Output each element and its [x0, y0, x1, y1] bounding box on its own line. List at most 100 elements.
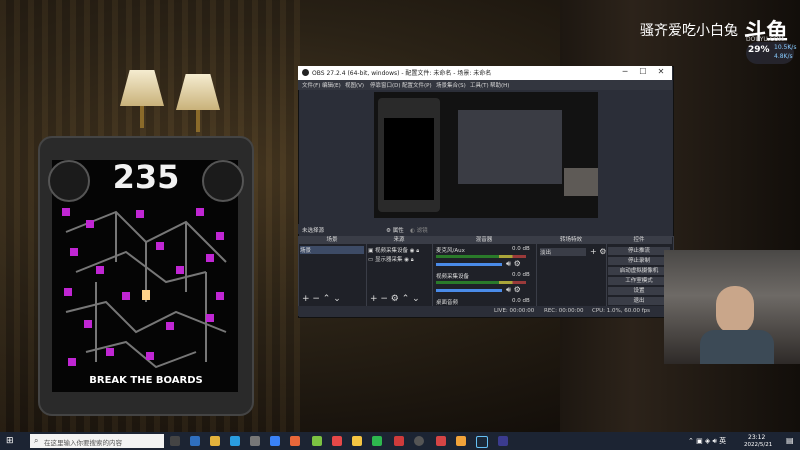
menu-scene-collection[interactable]: 场景集合(S) [436, 81, 466, 89]
search-icon: ⌕ [34, 436, 39, 445]
menu-docks[interactable]: 停靠窗口(D) [370, 81, 401, 89]
app-icon[interactable] [270, 436, 280, 446]
tablet-camera-right [202, 160, 244, 202]
app-icon[interactable] [332, 436, 342, 446]
app-icon[interactable] [190, 436, 200, 446]
stop-streaming-button[interactable]: 停止推流 [608, 247, 670, 255]
controls-header: 控件 [606, 236, 672, 244]
score-counter: 235 [112, 158, 180, 196]
steam-icon[interactable] [476, 436, 488, 448]
gear-icon: ⚙ [386, 228, 391, 234]
notification-icon[interactable]: ▤ [786, 436, 794, 445]
eye-icon[interactable]: ◉ [404, 257, 409, 263]
virtual-camera-button[interactable]: 启动虚拟摄像机 [608, 267, 670, 275]
camera-icon: ▣ [368, 248, 374, 254]
windows-start-icon[interactable]: ⊞ [6, 436, 14, 446]
stop-recording-button[interactable]: 停止录制 [608, 257, 670, 265]
audio-meter [436, 281, 526, 284]
obs-app-icon [302, 69, 309, 76]
tablet-caption: BREAK THE BOARDS [89, 375, 203, 386]
streamer-face [716, 286, 754, 334]
transitions-header: 转场特效 [536, 236, 606, 244]
eye-icon[interactable]: ◉ [410, 248, 415, 254]
app-icon[interactable] [312, 436, 322, 446]
source-label: 显示器采集 [374, 257, 403, 263]
tray-icons[interactable]: ⌃ ▣ ◈ 🔊︎ 英 [688, 436, 726, 446]
folder-icon[interactable] [210, 436, 220, 446]
speaker-icon[interactable]: 🔊︎ ⚙ [506, 259, 521, 269]
maze-map [62, 208, 227, 369]
mixer-header: 混音器 [432, 236, 536, 244]
obs-taskbar-icon[interactable] [414, 436, 424, 446]
menu-edit[interactable]: 编辑(E) [322, 81, 341, 89]
filters-label: 滤镜 [416, 228, 428, 234]
menu-tools[interactable]: 工具(T) [470, 81, 489, 89]
mixer-channel-db: 0.0 dB [512, 272, 530, 278]
edge-icon[interactable] [230, 436, 240, 446]
preview-nested-obs [458, 110, 562, 184]
menu-file[interactable]: 文件(F) [302, 81, 320, 89]
close-icon[interactable]: ✕ [652, 67, 670, 76]
network-download: 4.8K/s [774, 53, 793, 60]
scene-item[interactable]: 场景 [300, 246, 364, 254]
app-icon[interactable] [436, 436, 446, 446]
scenes-header: 场景 [298, 236, 366, 244]
lock-icon[interactable]: 🔒︎ [416, 248, 419, 254]
clock-time[interactable]: 23:12 [748, 434, 765, 441]
source-item-display-capture[interactable]: ▭ 显示器采集 ◉ 🔒︎ [368, 255, 414, 264]
lock-icon[interactable]: 🔒︎ [411, 257, 414, 263]
menu-help[interactable]: 帮助(H) [490, 81, 509, 89]
mixer-channel-name: 视频采集设备 [436, 274, 470, 280]
streamer-name: 骚齐爱吃小白兔 [640, 23, 738, 39]
scene-list-controls[interactable]: + − ⌃ ⌄ [302, 294, 341, 304]
app-icon[interactable] [394, 436, 404, 446]
source-item-video-capture[interactable]: ▣ 视频采集设备 ◉ 🔒︎ [368, 246, 419, 255]
network-percent: 29% [748, 45, 770, 55]
rec-status: REC: 00:00:00 [544, 308, 584, 314]
audio-meter [436, 255, 526, 258]
mixer-channel-db: 0.0 dB [512, 298, 530, 304]
settings-button[interactable]: 设置 [608, 287, 670, 295]
speaker-icon[interactable]: 🔊︎ ⚙ [506, 285, 521, 295]
app-icon[interactable] [290, 436, 300, 446]
menu-view[interactable]: 视图(V) [345, 81, 364, 89]
clock-date[interactable]: 2022/5/21 [744, 442, 772, 448]
transition-settings-icon[interactable]: + ⚙ [590, 247, 606, 256]
app-icon[interactable] [456, 436, 466, 446]
source-list-controls[interactable]: + − ⚙ ⌃ ⌄ [370, 294, 420, 304]
preview-tablet-screen [384, 118, 434, 200]
volume-slider[interactable] [436, 263, 502, 266]
minimize-icon[interactable]: ─ [616, 67, 634, 76]
properties-label: 属性 [392, 228, 404, 234]
studio-mode-button[interactable]: 工作室模式 [608, 277, 670, 285]
exit-button[interactable]: 退出 [608, 297, 670, 305]
sources-header: 来源 [366, 236, 432, 244]
volume-slider[interactable] [436, 289, 502, 292]
wechat-icon[interactable] [372, 436, 382, 446]
monitor-icon: ▭ [368, 257, 374, 263]
menu-profile[interactable]: 配置文件(P) [402, 81, 432, 89]
tablet-camera-left [48, 160, 90, 202]
app-icon[interactable] [498, 436, 508, 446]
live-status: LIVE: 00:00:00 [494, 308, 535, 314]
streamer-shirt [700, 330, 774, 364]
task-view-icon[interactable] [170, 436, 180, 446]
filters-button[interactable]: ◐ 滤镜 [410, 226, 428, 234]
search-placeholder: 在这里输入你要搜索的内容 [44, 439, 122, 447]
source-toolbar [298, 224, 672, 234]
mixer-channel-name: 麦克风/Aux [436, 248, 465, 254]
properties-button[interactable]: ⚙ 属性 [386, 226, 404, 234]
transition-select[interactable]: 淡出 [540, 248, 586, 256]
board-markers [62, 208, 224, 366]
source-label: 视频采集设备 [374, 248, 408, 254]
preview-webcam [564, 168, 598, 196]
maximize-icon[interactable]: ☐ [634, 67, 652, 76]
mixer-channel-db: 0.0 dB [512, 246, 530, 252]
app-icon[interactable] [352, 436, 362, 446]
cpu-status: CPU: 1.0%, 60.00 fps [592, 308, 651, 314]
player-marker [142, 290, 150, 300]
lamp-stem-right [196, 110, 200, 132]
app-icon[interactable] [250, 436, 260, 446]
network-upload: 10.5K/s [774, 44, 797, 51]
filter-icon: ◐ [410, 228, 415, 234]
